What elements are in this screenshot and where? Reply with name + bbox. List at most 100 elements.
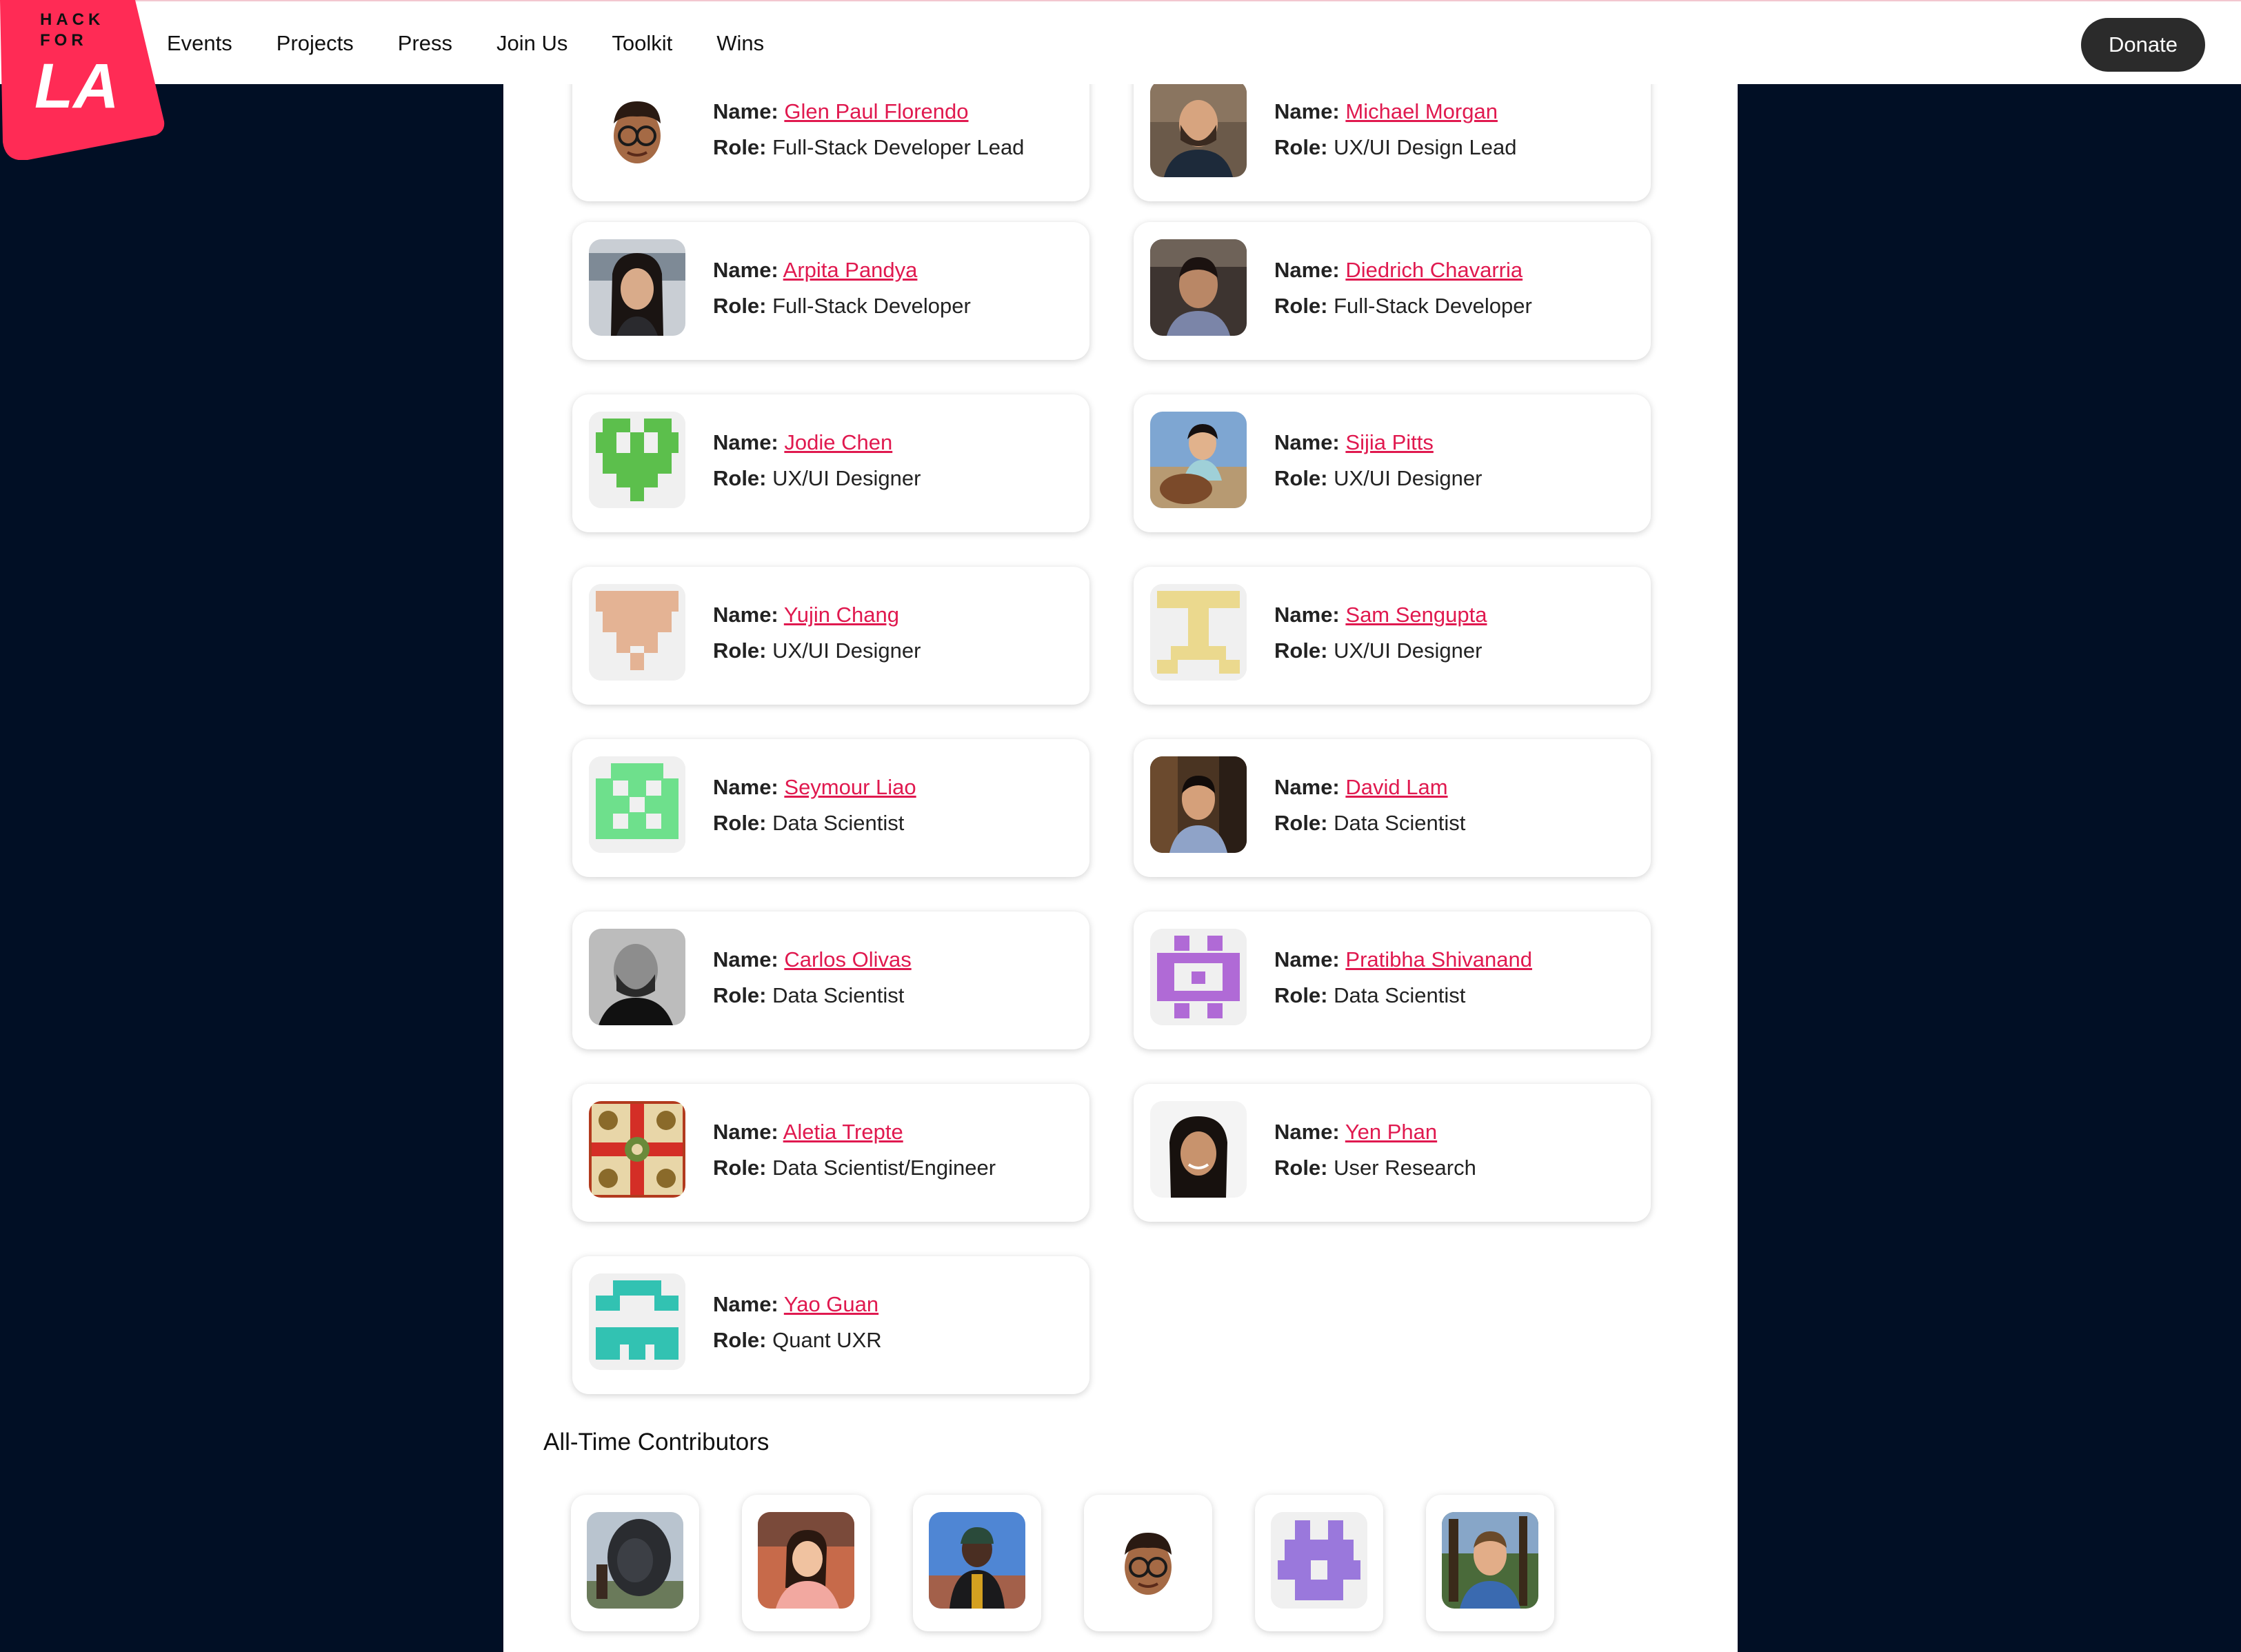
nav-events[interactable]: Events (167, 31, 232, 56)
member-name-link[interactable]: Yen Phan (1345, 1120, 1437, 1144)
photo-icon (589, 239, 685, 336)
member-name-link[interactable]: Yujin Chang (784, 603, 899, 627)
member-role: Full-Stack Developer (1334, 294, 1532, 318)
avatar (589, 81, 685, 177)
member-role: UX/UI Designer (772, 466, 921, 490)
name-label: Name: (1274, 775, 1340, 799)
member-info: Name: Glen Paul Florendo Role: Full-Stac… (713, 94, 1024, 165)
identicon-icon (589, 756, 685, 853)
nav-wins[interactable]: Wins (716, 31, 764, 56)
identicon-icon (1150, 929, 1247, 1025)
photo-icon (1150, 1101, 1247, 1198)
member-card: Name: Yen Phan Role: User Research (1134, 1084, 1651, 1222)
avatar (1100, 1512, 1196, 1609)
contributor-card[interactable] (742, 1495, 870, 1631)
avatar (1150, 412, 1247, 508)
member-role: Quant UXR (772, 1328, 882, 1352)
member-info: Name: Yen Phan Role: User Research (1274, 1114, 1476, 1186)
nav-press[interactable]: Press (398, 31, 452, 56)
avatar (1150, 239, 1247, 336)
contributor-card[interactable] (1255, 1495, 1383, 1631)
avatar (1271, 1512, 1367, 1609)
avatar (589, 929, 685, 1025)
member-card: Name: Pratibha Shivanand Role: Data Scie… (1134, 911, 1651, 1049)
name-label: Name: (1274, 1120, 1340, 1144)
member-role: Data Scientist (772, 983, 905, 1007)
avatar (758, 1512, 854, 1609)
name-label: Name: (1274, 430, 1340, 454)
member-name-link[interactable]: Glen Paul Florendo (784, 99, 968, 123)
member-name-link[interactable]: Diedrich Chavarria (1345, 258, 1523, 282)
member-card: Name: Yujin Chang Role: UX/UI Designer (572, 567, 1089, 705)
member-info: Name: Yao Guan Role: Quant UXR (713, 1287, 882, 1358)
name-label: Name: (1274, 603, 1340, 627)
logo-text-for: FOR (40, 31, 88, 50)
member-name-link[interactable]: Pratibha Shivanand (1345, 947, 1532, 971)
identicon-icon (1150, 584, 1247, 681)
member-card: Name: Seymour Liao Role: Data Scientist (572, 739, 1089, 877)
nav-join-us[interactable]: Join Us (496, 31, 567, 56)
member-card: Name: David Lam Role: Data Scientist (1134, 739, 1651, 877)
name-label: Name: (1274, 947, 1340, 971)
member-name-link[interactable]: Arpita Pandya (783, 258, 918, 282)
donate-button[interactable]: Donate (2081, 18, 2205, 72)
role-label: Role: (713, 1328, 767, 1352)
member-card: Name: Jodie Chen Role: UX/UI Designer (572, 394, 1089, 532)
member-info: Name: Sijia Pitts Role: UX/UI Designer (1274, 425, 1482, 496)
member-role: UX/UI Designer (1334, 466, 1483, 490)
member-name-link[interactable]: Carlos Olivas (784, 947, 911, 971)
memoji-icon (1125, 1533, 1172, 1595)
member-info: Name: Carlos Olivas Role: Data Scientist (713, 942, 912, 1014)
member-info: Name: Pratibha Shivanand Role: Data Scie… (1274, 942, 1532, 1014)
member-role: Data Scientist (772, 811, 905, 835)
member-role: Data Scientist/Engineer (772, 1156, 996, 1180)
member-card: Name: Carlos Olivas Role: Data Scientist (572, 911, 1089, 1049)
role-label: Role: (713, 811, 767, 835)
member-card: Name: Michael Morgan Role: UX/UI Design … (1134, 63, 1651, 201)
nav-toolkit[interactable]: Toolkit (612, 31, 672, 56)
photo-icon (929, 1512, 1025, 1609)
member-info: Name: Diedrich Chavarria Role: Full-Stac… (1274, 252, 1532, 324)
member-name-link[interactable]: Sijia Pitts (1345, 430, 1433, 454)
member-name-link[interactable]: Yao Guan (784, 1292, 878, 1316)
member-role: Data Scientist (1334, 983, 1466, 1007)
role-label: Role: (1274, 466, 1328, 490)
member-info: Name: Arpita Pandya Role: Full-Stack Dev… (713, 252, 971, 324)
identicon-icon (589, 1273, 685, 1370)
logo-text-la: LA (34, 51, 119, 121)
name-label: Name: (713, 947, 778, 971)
avatar (589, 756, 685, 853)
nav-projects[interactable]: Projects (277, 31, 354, 56)
contributor-card[interactable] (1426, 1495, 1554, 1631)
avatar (1150, 756, 1247, 853)
photo-icon (589, 929, 685, 1025)
member-role: Full-Stack Developer (772, 294, 971, 318)
member-role: User Research (1334, 1156, 1476, 1180)
role-label: Role: (1274, 983, 1328, 1007)
top-navigation-bar: Events Projects Press Join Us Toolkit Wi… (0, 0, 2241, 84)
contributor-card[interactable] (571, 1495, 699, 1631)
member-name-link[interactable]: David Lam (1345, 775, 1447, 799)
member-name-link[interactable]: Michael Morgan (1345, 99, 1498, 123)
member-role: UX/UI Designer (1334, 638, 1483, 663)
photo-icon (1150, 239, 1247, 336)
photo-icon (1150, 412, 1247, 508)
member-info: Name: Seymour Liao Role: Data Scientist (713, 769, 916, 841)
member-info: Name: Michael Morgan Role: UX/UI Design … (1274, 94, 1517, 165)
identicon-icon (589, 584, 685, 681)
member-name-link[interactable]: Aletia Trepte (783, 1120, 903, 1144)
contributor-card[interactable] (1084, 1495, 1212, 1631)
member-card: Name: Aletia Trepte Role: Data Scientist… (572, 1084, 1089, 1222)
name-label: Name: (713, 430, 778, 454)
member-name-link[interactable]: Seymour Liao (784, 775, 916, 799)
identicon-icon (589, 412, 685, 508)
member-card: Name: Arpita Pandya Role: Full-Stack Dev… (572, 222, 1089, 360)
hack-for-la-logo[interactable]: HACK FOR LA (0, 0, 165, 160)
contributor-card[interactable] (913, 1495, 1041, 1631)
member-role: Full-Stack Developer Lead (772, 135, 1025, 159)
member-name-link[interactable]: Sam Sengupta (1345, 603, 1487, 627)
member-name-link[interactable]: Jodie Chen (784, 430, 892, 454)
name-label: Name: (713, 603, 778, 627)
name-label: Name: (713, 775, 778, 799)
role-label: Role: (713, 983, 767, 1007)
